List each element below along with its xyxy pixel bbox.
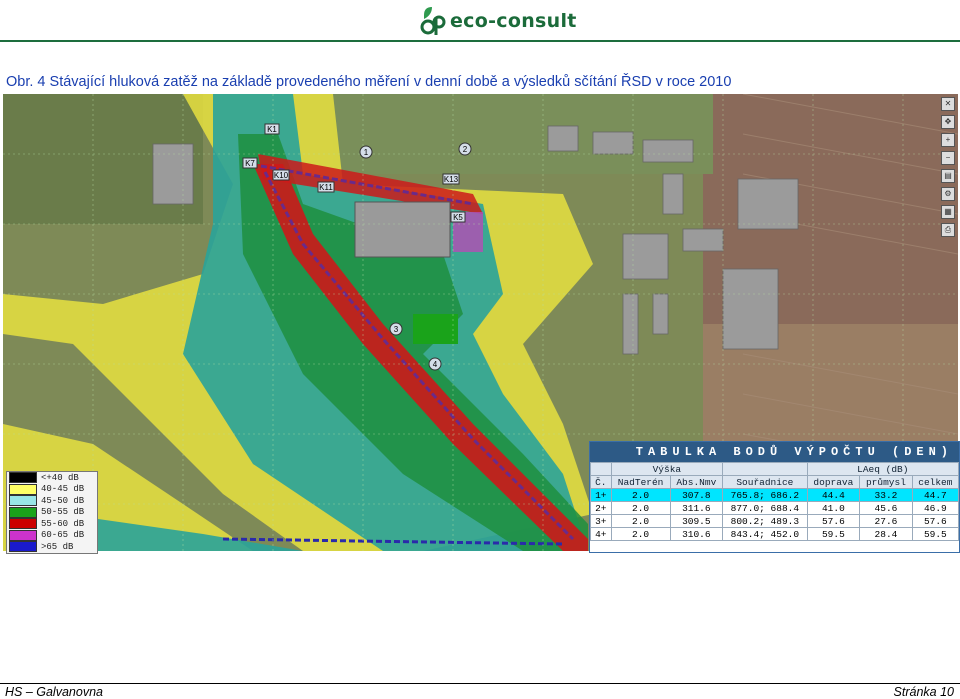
legend-swatch [9,518,37,530]
table-cell: 310.6 [669,527,724,541]
table-cell: 46.9 [911,501,960,515]
table-cell: 59.5 [911,527,960,541]
legend-label: 50-55 dB [41,507,85,518]
point-label: 2 [463,145,468,154]
table-cell: 765.8; 686.2 [722,488,808,502]
table-row[interactable]: 4+ 2.0 310.6 843.4; 452.0 59.5 28.4 59.5 [590,527,960,541]
table-header: průmysl [859,475,913,489]
table-group-header-empty [590,462,612,476]
legend-row: 40-45 dB [7,483,97,496]
table-header: Č. [590,475,612,489]
legend-swatch [9,541,37,553]
legend-row: 45-50 dB [7,495,97,507]
close-icon[interactable]: ✕ [941,97,955,111]
legend-row: <+40 dB [7,472,97,484]
table-row[interactable]: 2+ 2.0 311.6 877.0; 688.4 41.0 45.6 46.9 [590,501,960,515]
table-cell: 1+ [590,488,612,502]
legend-label: 45-50 dB [41,495,85,506]
legend-swatch [9,506,37,518]
table-cell: 44.4 [806,488,861,502]
table-cell: 41.0 [806,501,861,515]
logo-text: eco-consult [450,10,577,32]
table-cell: 2.0 [610,514,671,528]
table-cell: 800.2; 489.3 [722,514,808,528]
footer-left-text: HS – Galvanovna [5,685,103,699]
source-label: K11 [319,183,333,192]
table-cell: 311.6 [669,501,724,515]
header-rule [0,40,960,42]
table-group-header-vyska: Výška [610,462,724,476]
zoom-out-icon[interactable]: − [941,151,955,165]
table-group-header-empty [722,462,808,476]
table-cell: 4+ [590,527,612,541]
table-cell: 45.6 [859,501,913,515]
table-group-header-row: Výška LAeq (dB) [590,462,960,476]
table-cell: 2.0 [610,501,671,515]
legend-swatch [9,495,37,507]
table-cell: 57.6 [911,514,960,528]
table-header: Abs.Nmv [669,475,724,489]
legend-label: <+40 dB [41,472,79,483]
map-toolbar: ✕ ✥ + − ▤ ⚙ ▦ ⎙ [940,94,955,241]
print-icon[interactable]: ⎙ [941,223,955,237]
source-label: K1 [267,125,277,134]
source-label: K10 [274,171,289,180]
layers-icon[interactable]: ▤ [941,169,955,183]
table-header: doprava [806,475,861,489]
table-row[interactable]: 3+ 2.0 309.5 800.2; 489.3 57.6 27.6 57.6 [590,514,960,528]
point-label: 3 [394,325,399,334]
calculation-points-table: Výška LAeq (dB) Č. NadTerén Abs.Nmv Souř… [590,462,960,541]
table-cell: 2+ [590,501,612,515]
source-label: K7 [245,159,255,168]
table-cell: 44.7 [911,488,960,502]
table-header: Souřadnice [722,475,808,489]
settings-icon[interactable]: ⚙ [941,187,955,201]
table-header: celkem [911,475,960,489]
leaf-logo-icon [420,7,446,35]
legend-row: 50-55 dB [7,506,97,519]
legend-label: 55-60 dB [41,518,85,529]
pan-icon[interactable]: ✥ [941,115,955,129]
table-cell: 309.5 [669,514,724,528]
table-cell: 307.8 [669,488,724,502]
table-cell: 27.6 [859,514,913,528]
table-cell: 57.6 [806,514,861,528]
page-number: Stránka 10 [893,685,954,699]
legend-swatch [9,529,37,541]
source-label: K13 [444,175,459,184]
legend-label: 40-45 dB [41,484,85,495]
legend-label: 60-65 dB [41,530,85,541]
zoom-in-icon[interactable]: + [941,133,955,147]
legend-swatch [9,483,37,495]
source-label: K5 [453,213,463,222]
grid-icon[interactable]: ▦ [941,205,955,219]
legend-row: >65 dB [7,541,97,553]
table-cell: 843.4; 452.0 [722,527,808,541]
eco-consult-logo: eco-consult [418,4,577,38]
table-header-row: Č. NadTerén Abs.Nmv Souřadnice doprava p… [590,475,960,489]
table-group-header-laeq: LAeq (dB) [806,462,960,476]
table-cell: 3+ [590,514,612,528]
footer-rule [0,683,960,684]
legend-swatch [9,472,37,484]
table-title: TABULKA BODŮ VÝPOČTU (DEN) [590,442,959,462]
legend-row: 60-65 dB [7,529,97,542]
table-cell: 2.0 [610,527,671,541]
table-cell: 28.4 [859,527,913,541]
table-header: NadTerén [610,475,671,489]
calculation-points-table-panel: TABULKA BODŮ VÝPOČTU (DEN) Výška LAeq (d… [589,441,960,553]
noise-legend: <+40 dB 40-45 dB 45-50 dB 50-55 dB 55-60… [6,471,98,554]
legend-label: >65 dB [41,541,74,552]
table-row[interactable]: 1+ 2.0 307.8 765.8; 686.2 44.4 33.2 44.7 [590,488,960,502]
table-cell: 877.0; 688.4 [722,501,808,515]
point-label: 1 [364,148,369,157]
table-cell: 33.2 [859,488,913,502]
point-label: 4 [433,360,438,369]
table-cell: 59.5 [806,527,861,541]
legend-row: 55-60 dB [7,518,97,530]
figure-caption: Obr. 4 Stávající hluková zatěž na základ… [6,74,732,90]
table-cell: 2.0 [610,488,671,502]
